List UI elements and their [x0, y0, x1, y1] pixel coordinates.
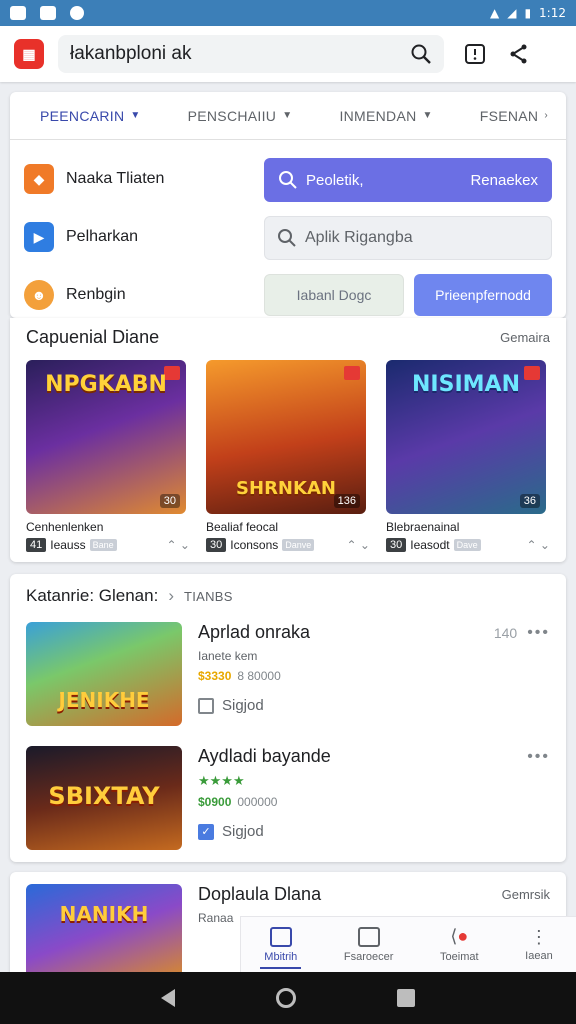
- rating-stars: ★★★★: [198, 773, 245, 788]
- wifi-icon: ▲: [489, 6, 500, 20]
- list-item[interactable]: SBIXTAY Aydladi bayande ••• ★★★★ $0900 0…: [10, 742, 566, 866]
- badge-icon: [344, 366, 360, 380]
- category-item[interactable]: ◆ Naaka Tliaten: [24, 150, 264, 208]
- app-title: Doplaula Dlana: [198, 884, 322, 904]
- search-input[interactable]: [70, 43, 410, 65]
- search-icon: [278, 229, 296, 247]
- tab-pencarian[interactable]: PEENCARIN ▼: [40, 108, 141, 124]
- search-box[interactable]: [58, 35, 444, 73]
- section-title: Capuenial Diane: [26, 326, 160, 347]
- more-icon[interactable]: •••: [527, 748, 550, 766]
- see-more-link[interactable]: Gemrsik: [502, 887, 550, 902]
- list-title: Katanrie: Glenan:: [26, 586, 159, 605]
- apply-button[interactable]: Prieenpfernodd: [414, 274, 552, 316]
- checkbox[interactable]: [198, 697, 214, 714]
- app-title: Aydladi bayande: [198, 746, 331, 766]
- nav-item-share[interactable]: ⟨● Toeimat: [440, 926, 479, 963]
- list-subtitle: TIANBS: [183, 588, 233, 604]
- tab-bar: PEENCARIN ▼ PENSCHAIIU ▼ INMENDAN ▼ FSENAN ›: [10, 92, 566, 140]
- game-thumbnail: NISIMAN 36: [386, 360, 546, 514]
- game-thumbnail: NPGKABN 30: [26, 360, 186, 514]
- app-title: Aprlad onraka: [198, 622, 311, 642]
- more-vert-icon: ⋮: [529, 926, 548, 947]
- top-app-bar: ▦: [0, 26, 576, 82]
- notification-icon: [10, 6, 26, 20]
- nav-item-home[interactable]: Mbitrih: [260, 926, 302, 969]
- secondary-search-field[interactable]: Aplik Rigangba: [264, 216, 552, 260]
- recents-icon[interactable]: [397, 989, 416, 1007]
- mascot-icon: ☻: [24, 280, 54, 310]
- featured-section: Capuenial Diane Gemaira NPGKABN 30 Cenhe…: [10, 318, 566, 562]
- play-icon: ▶: [24, 222, 54, 252]
- clock: 1:12: [539, 6, 566, 20]
- checkbox-row[interactable]: Sigjod: [198, 697, 550, 714]
- tab-fsenan[interactable]: FSENAN ›: [480, 108, 548, 124]
- share-icon[interactable]: [502, 37, 536, 71]
- nav-item-more[interactable]: ⋮ Iaean: [525, 928, 553, 962]
- game-card[interactable]: NISIMAN 36 Blebraenainal 30 Ieasodt Dave…: [386, 360, 550, 552]
- search-icon: [279, 171, 297, 189]
- store-icon: ◆: [24, 164, 54, 194]
- battery-icon: ▮: [524, 6, 532, 20]
- primary-search-button[interactable]: Peoletik, Renaekex: [264, 158, 552, 202]
- chevron-right-icon[interactable]: ›: [168, 586, 174, 606]
- chevron-down-icon: ▼: [422, 110, 433, 121]
- app-thumbnail: JENIKHE: [26, 622, 182, 726]
- see-more-link[interactable]: Gemaira: [500, 330, 550, 345]
- app-thumbnail: SBIXTAY: [26, 746, 182, 850]
- app-logo[interactable]: ▦: [14, 39, 44, 69]
- share-icon: ⟨●: [450, 926, 469, 946]
- game-thumbnail: SHRNKAN 136: [206, 360, 366, 514]
- vote-icon[interactable]: ⌃ ⌄: [527, 538, 550, 552]
- notification-icon: [70, 6, 84, 20]
- back-icon[interactable]: [160, 989, 175, 1007]
- notification-icon: [40, 6, 56, 20]
- ghost-button[interactable]: Iabanl Dogc: [264, 274, 404, 316]
- active-indicator: [260, 966, 302, 969]
- game-card[interactable]: NPGKABN 30 Cenhenlenken 41 Ieauss Bane ⌃…: [26, 360, 190, 552]
- category-item[interactable]: ▶ Pelharkan: [24, 208, 264, 266]
- grid-icon: [269, 926, 292, 947]
- info-icon[interactable]: [458, 37, 492, 71]
- system-nav-bar: [0, 972, 576, 1024]
- nav-item-library[interactable]: Fsaroecer: [344, 926, 393, 963]
- chevron-down-icon: ▼: [130, 110, 141, 121]
- more-icon[interactable]: •••: [527, 624, 550, 642]
- signal-icon: ◢: [507, 6, 517, 20]
- bottom-navigation: Mbitrih Fsaroecer ⟨● Toeimat ⋮ Iaean: [240, 916, 576, 972]
- status-bar: ▲ ◢ ▮ 1:12: [0, 0, 576, 26]
- category-item[interactable]: ☻ Renbgin: [24, 266, 264, 324]
- list-item[interactable]: JENIKHE Aprlad onraka 140 ••• Ianete kem…: [10, 618, 566, 742]
- home-icon[interactable]: [275, 988, 296, 1008]
- checkbox-row[interactable]: ✓ Sigjod: [198, 823, 550, 840]
- app-list-section: Katanrie: Glenan: › TIANBS JENIKHE Aprla…: [10, 574, 566, 862]
- game-card[interactable]: SHRNKAN 136 Bealiaf feocal 30 Iconsons D…: [206, 360, 370, 552]
- tab-inmendan[interactable]: INMENDAN ▼: [339, 108, 432, 124]
- search-icon[interactable]: [410, 43, 432, 65]
- app-thumbnail: NANIKH: [26, 884, 182, 980]
- chevron-down-icon: ▼: [282, 110, 293, 121]
- checkbox-checked[interactable]: ✓: [198, 823, 214, 840]
- chevron-right-icon: ›: [544, 110, 548, 121]
- tab-penschaiiu[interactable]: PENSCHAIIU ▼: [188, 108, 293, 124]
- library-icon: [357, 926, 380, 947]
- vote-icon[interactable]: ⌃ ⌄: [347, 538, 370, 552]
- vote-icon[interactable]: ⌃ ⌄: [167, 538, 190, 552]
- filter-panel: PEENCARIN ▼ PENSCHAIIU ▼ INMENDAN ▼ FSENAN ›…: [10, 92, 566, 318]
